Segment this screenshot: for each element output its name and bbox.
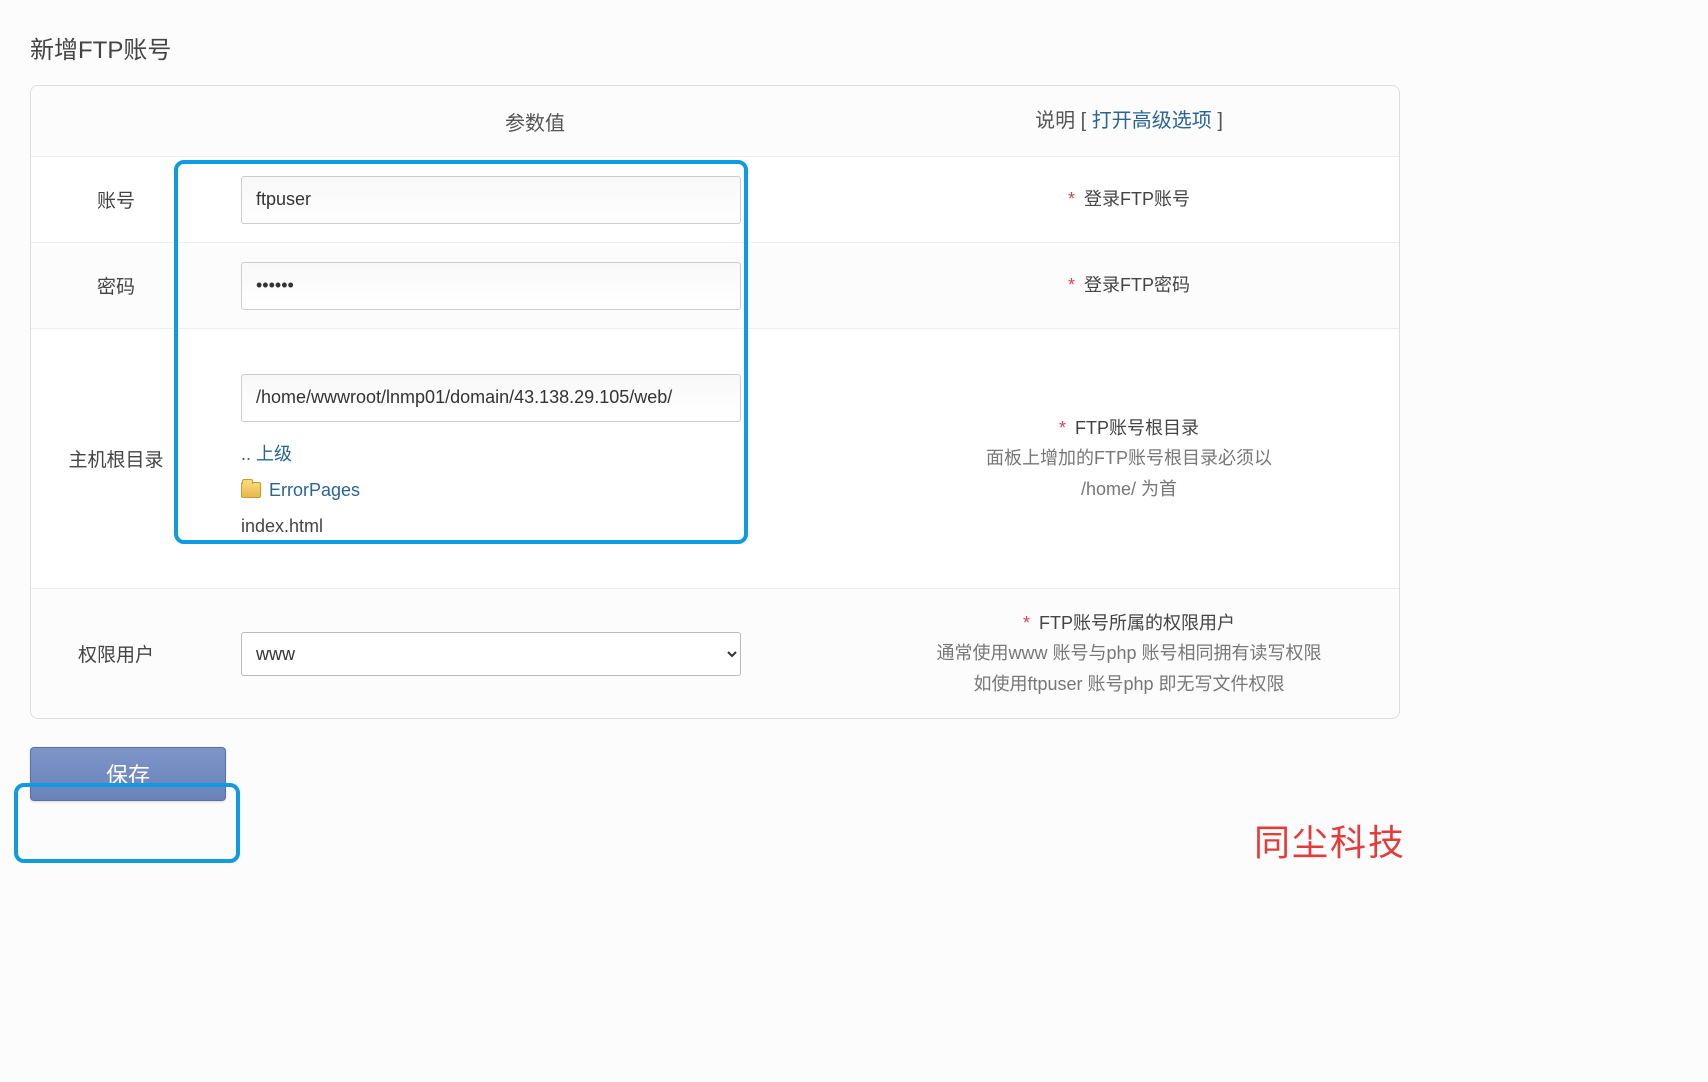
open-advanced-link[interactable]: 打开高级选项 (1092, 110, 1212, 132)
row-permuser: 权限用户 www * FTP账号所属的权限用户 通常使用www 账号与php 账… (31, 588, 1399, 718)
desc-permuser-line2: 如使用ftpuser 账号php 即无写文件权限 (879, 669, 1379, 700)
row-rootdir: 主机根目录 .. 上级 ErrorPages index.html * FTP账… (31, 328, 1399, 588)
header-value-col: 参数值 (201, 107, 859, 136)
row-account: 账号 * 登录FTP账号 (31, 156, 1399, 242)
panel-header: 参数值 说明 [ 打开高级选项 ] (31, 86, 1399, 156)
required-mark: * (1059, 418, 1066, 438)
rootdir-input[interactable] (241, 374, 741, 422)
desc-account: 登录FTP账号 (1084, 189, 1190, 209)
dir-up-link[interactable]: .. 上级 (241, 436, 829, 472)
desc-rootdir-primary: FTP账号根目录 (1075, 418, 1199, 438)
page-title: 新增FTP账号 (0, 0, 1430, 85)
desc-permuser-primary: FTP账号所属的权限用户 (1039, 613, 1235, 633)
directory-browser: .. 上级 ErrorPages index.html (241, 436, 829, 544)
permuser-select[interactable]: www (241, 632, 741, 676)
row-password: 密码 * 登录FTP密码 (31, 242, 1399, 328)
desc-permuser-line1: 通常使用www 账号与php 账号相同拥有读写权限 (879, 638, 1379, 669)
required-mark: * (1023, 613, 1030, 633)
label-permuser: 权限用户 (31, 640, 201, 667)
ftp-form-panel: 参数值 说明 [ 打开高级选项 ] 账号 * 登录FTP账号 密码 (30, 85, 1400, 719)
password-input[interactable] (241, 262, 741, 310)
dir-folder-link[interactable]: ErrorPages (269, 472, 360, 508)
desc-password: 登录FTP密码 (1084, 275, 1190, 295)
required-mark: * (1068, 275, 1075, 295)
desc-rootdir-line1: 面板上增加的FTP账号根目录必须以 (879, 443, 1379, 474)
desc-rootdir-line2: /home/ 为首 (879, 474, 1379, 505)
label-password: 密码 (31, 272, 201, 299)
label-rootdir: 主机根目录 (31, 445, 201, 472)
header-desc-label: 说明 (1035, 110, 1075, 132)
header-desc-col: 说明 [ 打开高级选项 ] (859, 104, 1399, 138)
label-account: 账号 (31, 186, 201, 213)
required-mark: * (1068, 189, 1075, 209)
save-button[interactable]: 保存 (30, 747, 226, 801)
account-input[interactable] (241, 176, 741, 224)
dir-file-item: index.html (241, 508, 829, 544)
folder-icon (241, 482, 261, 498)
